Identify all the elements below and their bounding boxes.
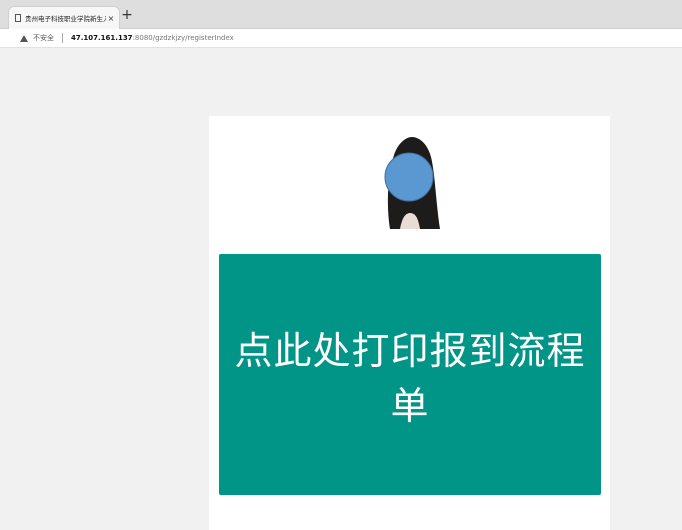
new-tab-icon[interactable]: + (120, 8, 134, 22)
warning-icon (20, 34, 28, 42)
address-bar[interactable]: 不安全 47.107.161.137 :8080/gzdzkjzy/regist… (0, 29, 682, 48)
document-icon (15, 14, 21, 22)
close-tab-icon[interactable]: × (106, 14, 116, 23)
content-card: 点此处打印报到流程单 (209, 116, 610, 530)
security-indicator[interactable]: 不安全 (33, 33, 54, 43)
tab-title: 贵州电子科技职业学院新生入学 (25, 15, 106, 23)
url-path: :8080/gzdzkjzy/registerIndex (132, 34, 234, 42)
browser-tab-strip: 贵州电子科技职业学院新生入学 × + (0, 0, 682, 29)
print-button-label: 点此处打印报到流程单 (234, 328, 586, 428)
print-registration-button[interactable]: 点此处打印报到流程单 (219, 254, 601, 495)
url-host: 47.107.161.137 (71, 34, 133, 42)
divider (62, 33, 63, 43)
student-photo (380, 133, 440, 229)
browser-tab[interactable]: 贵州电子科技职业学院新生入学 × (8, 6, 120, 29)
